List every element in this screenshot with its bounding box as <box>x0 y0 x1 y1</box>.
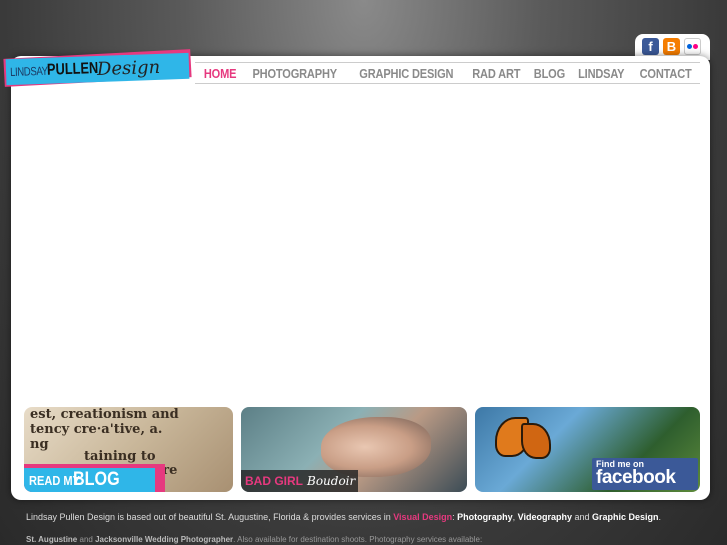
flickr-icon[interactable] <box>684 38 701 55</box>
nav-item-graphic-design[interactable]: GRAPHIC DESIGN <box>359 66 453 81</box>
logo-text-design: Design <box>96 56 161 80</box>
dictionary-text: taining to <box>84 449 156 464</box>
butterfly-photo <box>495 417 553 465</box>
boudoir-label: BAD GIRL Boudoir <box>241 470 358 492</box>
read-my-blog-tile[interactable]: est, creationism and tency cre·a'tive, a… <box>24 407 233 492</box>
site-logo[interactable]: LINDSAY PULLEN Design <box>3 49 192 87</box>
videography-link[interactable]: Videography <box>518 512 572 522</box>
footer-description: Lindsay Pullen Design is based out of be… <box>26 512 662 522</box>
boudoir-photo <box>321 417 431 477</box>
facebook-tile[interactable]: Find me on facebook <box>475 407 700 492</box>
nav-item-contact[interactable]: CONTACT <box>639 66 691 81</box>
blogger-icon[interactable]: B <box>663 38 680 55</box>
main-nav: HOME PHOTOGRAPHY GRAPHIC DESIGN RAD ART … <box>195 62 700 84</box>
logo-text-lindsay: LINDSAY <box>9 63 48 80</box>
logo-text-pullen: PULLEN <box>46 59 99 79</box>
graphic-design-link[interactable]: Graphic Design <box>592 512 659 522</box>
nav-item-photography[interactable]: PHOTOGRAPHY <box>253 66 338 81</box>
facebook-icon[interactable]: f <box>642 38 659 55</box>
feature-tiles: est, creationism and tency cre·a'tive, a… <box>24 407 700 493</box>
nav-item-home[interactable]: HOME <box>204 66 237 81</box>
find-me-on-facebook-badge: Find me on facebook <box>592 458 698 490</box>
read-my-blog-badge: READ MY BLOG <box>24 464 165 492</box>
footer-subtext: St. Augustine and Jacksonville Wedding P… <box>26 535 483 544</box>
visual-design-link[interactable]: Visual Design <box>393 512 452 522</box>
photography-link[interactable]: Photography <box>457 512 513 522</box>
dictionary-text: est, creationism and <box>30 407 179 422</box>
nav-item-rad-art[interactable]: RAD ART <box>472 66 520 81</box>
dictionary-text: ng <box>30 437 49 452</box>
dictionary-text: tency cre·a'tive, a. <box>30 422 163 437</box>
bad-girl-boudoir-tile[interactable]: BAD GIRL Boudoir <box>241 407 467 492</box>
nav-item-lindsay[interactable]: LINDSAY <box>578 66 624 81</box>
nav-item-blog[interactable]: BLOG <box>534 66 565 81</box>
